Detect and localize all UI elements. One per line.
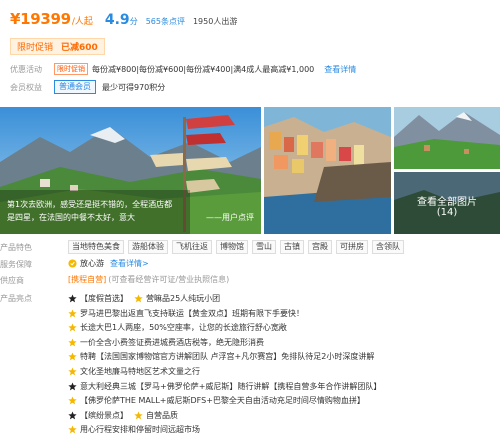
photo-gallery: 第1次去欧洲，感受还是挺不错的，全程酒店都是四星，在法国的中餐不太好，意大 ——… [0,107,500,234]
black-star-icon [68,382,77,390]
promo-saved: 已减600 [61,43,98,53]
feature-tags: 当地特色美食 游船体验 飞机往返 博物馆 雪山 古镇 宫殿 可拼房 含领队 [68,240,408,254]
highlight-text: 【缤纷景点】 [80,410,128,420]
highlight-text: 特聘【法国国家博物馆官方讲解团队 卢浮宫+凡尔赛宫】免排队待足2小时深度讲解 [80,352,375,362]
price: ¥19399 [10,10,71,28]
supplier-name[interactable]: [携程自营] [68,274,106,285]
service-text: 放心游 [80,259,104,268]
highlight-item: 【度假首选】 营嘛品25人纯玩小团 [68,293,220,304]
highlight-text: 用心行程安排和停留时间远超市场 [80,425,200,435]
black-star-icon [68,294,77,303]
discount-text: 每份减¥800|每份减¥600|每份减¥400|满4成人最高减¥1,000 [92,64,315,74]
service-detail-link[interactable]: 查看详情> [110,258,149,269]
member-row: 会员权益 普通会员 最少可得970积分 [10,80,165,94]
rating-unit: 分 [129,17,138,26]
alpine-valley-photo[interactable] [394,107,500,169]
rating-score: 4.9 [104,12,130,28]
gold-star-icon [134,294,143,303]
supplier-note[interactable]: (可查看经营许可证/营业执照信息) [108,274,229,285]
feature-tag[interactable]: 宫殿 [308,240,332,254]
highlight-text: 意大利经典三城【罗马+佛罗伦萨+威尼斯】随行讲解【携程自营多年合作讲解团队】 [80,381,382,391]
highlight-item: 【缤纷景点】 自营品质 [68,410,178,421]
highlight-item: 长途大巴1人两座，50%空座率，让您的长途旅行舒心宽敞 [68,322,287,333]
discount-row: 优惠活动 限时促销 每份减¥800|每份减¥600|每份减¥400|满4成人最高… [10,63,356,75]
review-count-link[interactable]: 565条点评 [146,16,185,27]
gold-star-icon [68,338,77,347]
feature-tag[interactable]: 游船体验 [128,240,168,254]
supplier-label: 供应商 [0,276,24,285]
highlight-text: 文化圣地廉马特地区艺术文量之行 [80,367,200,376]
highlight-text-secondary: 自营品质 [146,410,178,420]
highlight-item: 特聘【法国国家博物馆官方讲解团队 卢浮宫+凡尔赛宫】免排队待足2小时深度讲解 [68,351,374,362]
feature-tag[interactable]: 雪山 [252,240,276,254]
coastal-town-image [264,107,391,234]
service-row: 放心游 查看详情> [68,258,149,269]
highlight-text: 罗马进巴黎出返直飞支持联运【黄金双点】班期有限下手要快！ [80,308,304,318]
black-star-icon [68,411,77,420]
supplier-row: [携程自营] (可查看经营许可证/营业执照信息) [68,274,229,285]
gold-star-icon [68,367,77,376]
gold-star-icon [134,411,143,420]
main-photo[interactable]: 第1次去欧洲，感受还是挺不错的，全程酒店都是四星，在法国的中餐不太好，意大 ——… [0,107,261,234]
view-all-photos-tile[interactable]: 查看全部图片 (14) [394,172,500,234]
alpine-valley-image [394,107,500,169]
review-caption: 第1次去欧洲，感受还是挺不错的，全程酒店都是四星，在法国的中餐不太好，意大 [7,200,173,222]
service-label: 服务保障 [0,260,32,269]
gold-star-icon [68,323,77,332]
gold-star-icon [68,352,77,361]
feature-tag[interactable]: 飞机往返 [172,240,212,254]
review-caption-source: ——用户点评 [206,213,254,222]
gold-star-icon [68,396,77,405]
price-unit: /人起 [71,17,93,27]
shield-check-icon [68,259,77,268]
highlight-text: 【佛罗伦萨THE MALL+威尼斯DFS+巴黎全天自由活动充足时间尽情购物血拼】 [80,396,365,406]
discount-label: 优惠活动 [10,64,42,74]
feature-tag[interactable]: 博物馆 [216,240,248,254]
highlight-text: 一价全含小费签证费进城费酒店税等，绝无隐形消费 [80,337,264,347]
member-text: 最少可得970积分 [102,82,166,92]
promo-badge: 限时促销 已减600 [10,38,105,55]
coastal-town-photo[interactable] [264,107,391,234]
promo-tag: 限时促销 [17,43,54,53]
discount-detail-link[interactable]: 查看详情 [324,64,356,75]
feature-tag[interactable]: 可拼房 [336,240,368,254]
feature-tag[interactable]: 古镇 [280,240,304,254]
highlight-item: 罗马进巴黎出返直飞支持联运【黄金双点】班期有限下手要快！ [68,308,304,319]
departed-count: 1950人出游 [192,17,238,26]
member-tag[interactable]: 普通会员 [54,80,96,94]
highlight-text: 长途大巴1人两座，50%空座率，让您的长途旅行舒心宽敞 [80,323,287,333]
highlight-item: 用心行程安排和停留时间远超市场 [68,424,200,435]
discount-tag: 限时促销 [54,63,88,75]
view-all-photos-label: 查看全部图片 [417,197,477,208]
feature-tag[interactable]: 含领队 [372,240,404,254]
member-label: 会员权益 [10,82,42,92]
photo-count: (14) [436,207,458,218]
feature-tag[interactable]: 当地特色美食 [68,240,124,254]
highlight-text: 【度假首选】 [80,294,128,303]
price-header: ¥19399 /人起 4.9 分 565条点评 1950人出游 [10,10,237,32]
highlight-item: 一价全含小费签证费进城费酒店税等，绝无隐形消费 [68,337,264,348]
highlight-item: 意大利经典三城【罗马+佛罗伦萨+威尼斯】随行讲解【携程自营多年合作讲解团队】 [68,381,381,392]
highlight-item: 文化圣地廉马特地区艺术文量之行 [68,366,200,377]
gold-star-icon [68,309,77,317]
highlights-label: 产品亮点 [0,294,32,303]
gold-star-icon [68,425,77,434]
highlight-text-secondary: 营嘛品25人纯玩小团 [146,294,221,303]
features-label: 产品特色 [0,243,32,252]
highlight-item: 【佛罗伦萨THE MALL+威尼斯DFS+巴黎全天自由活动充足时间尽情购物血拼】 [68,395,365,406]
